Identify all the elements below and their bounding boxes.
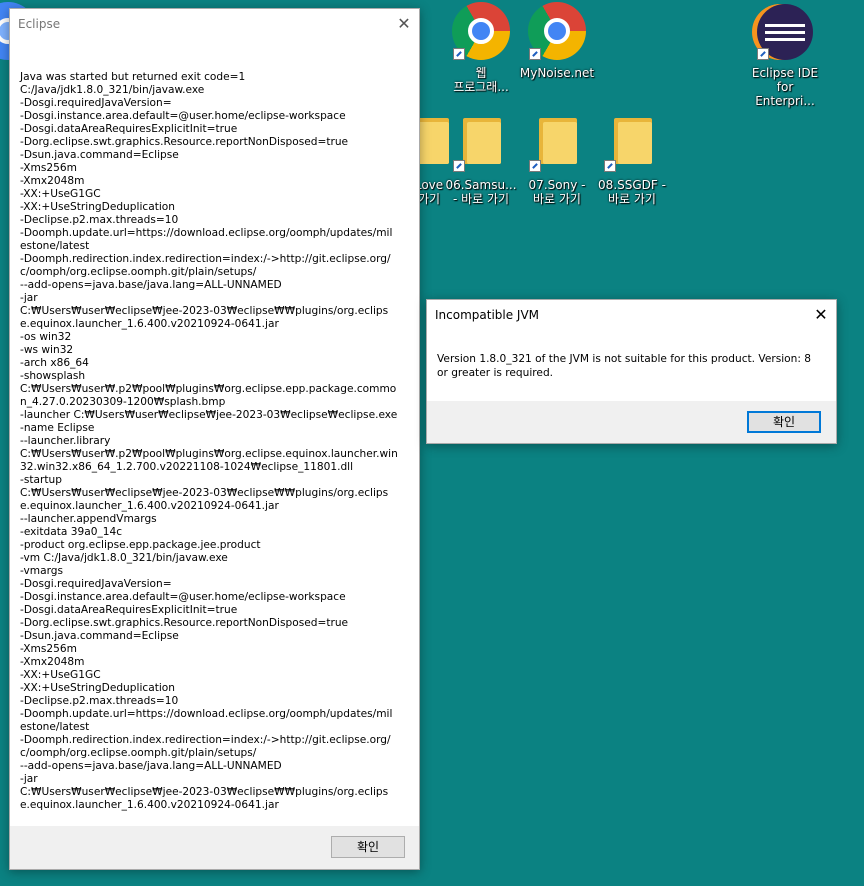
- message-line: -Dsun.java.command=Eclipse: [20, 630, 179, 642]
- message-line: -Doomph.redirection.index.redirection=in…: [20, 734, 391, 759]
- message-line: --add-opens=java.base/java.lang=ALL-UNNA…: [20, 760, 282, 772]
- message-line: -product org.eclipse.epp.package.jee.pro…: [20, 539, 261, 551]
- desktop-icon-label: 06.Samsu... - 바로 가기: [445, 178, 517, 206]
- message-line: -Declipse.p2.max.threads=10: [20, 214, 179, 226]
- folder-icon: [527, 114, 587, 174]
- dialog-footer: 확인: [427, 401, 836, 443]
- message-line: -Dosgi.requiredJavaVersion=: [20, 97, 172, 109]
- message-line: C:/Java/jdk1.8.0_321/bin/javaw.exe: [20, 84, 205, 96]
- message-line: -Dorg.eclipse.swt.graphics.Resource.repo…: [20, 136, 349, 148]
- desktop-icon-label: Eclipse IDE for Enterpri...: [751, 66, 819, 108]
- message-line: -XX:+UseG1GC: [20, 188, 101, 200]
- message-line: -Dsun.java.command=Eclipse: [20, 149, 179, 161]
- folder-icon: [451, 114, 511, 174]
- message-line: -Dorg.eclipse.swt.graphics.Resource.repo…: [20, 617, 349, 629]
- message-line: C:₩Users₩user₩eclipse₩jee-2023-03₩eclips…: [20, 305, 389, 330]
- message-line: -exitdata 39a0_14c: [20, 526, 123, 538]
- desktop-icon-label: 07.Sony - 바로 가기: [528, 178, 586, 206]
- message-line: -Xmx2048m: [20, 656, 85, 668]
- message-line: -startup: [20, 474, 62, 486]
- message-line: -vmargs: [20, 565, 64, 577]
- shortcut-arrow-icon: [529, 48, 541, 60]
- error-message: Java was started but returned exit code=…: [20, 71, 398, 812]
- message-line: -Xmx2048m: [20, 175, 85, 187]
- message-line: C:₩Users₩user₩.p2₩pool₩plugins₩org.eclip…: [20, 448, 398, 473]
- desktop-icon-samsung[interactable]: 06.Samsu... - 바로 가기: [443, 114, 519, 206]
- desktop-icon-label: 08.SSGDF - 바로 가기: [598, 178, 666, 206]
- shortcut-arrow-icon: [453, 160, 465, 172]
- chrome-icon: [527, 2, 587, 62]
- message-line: -ws win32: [20, 344, 74, 356]
- message-line: -Dosgi.dataAreaRequiresExplicitInit=true: [20, 604, 238, 616]
- dialog-title-bar[interactable]: Incompatible JVM ✕: [427, 300, 836, 330]
- chrome-icon: [451, 2, 511, 62]
- desktop-icon-ssgdf[interactable]: 08.SSGDF - 바로 가기: [594, 114, 670, 206]
- message-line: -Doomph.update.url=https://download.ecli…: [20, 708, 393, 733]
- message-line: -Xms256m: [20, 162, 77, 174]
- incompatible-jvm-dialog: Incompatible JVM ✕ Version 1.8.0_321 of …: [426, 299, 837, 444]
- desktop-icon-web-programming[interactable]: 웹 프로그래...: [443, 2, 519, 94]
- close-icon: ✕: [397, 14, 411, 33]
- desktop-icon-mynoise[interactable]: MyNoise.net: [519, 2, 595, 80]
- message-line: -os win32: [20, 331, 72, 343]
- message-line: --add-opens=java.base/java.lang=ALL-UNNA…: [20, 279, 282, 291]
- ok-button[interactable]: 확인: [747, 411, 821, 433]
- window-title-bar[interactable]: Eclipse ✕: [10, 9, 419, 39]
- message-line: -showsplash: [20, 370, 86, 382]
- dialog-footer: 확인: [10, 826, 419, 869]
- message-line: -Dosgi.requiredJavaVersion=: [20, 578, 172, 590]
- message-line: Java was started but returned exit code=…: [20, 71, 246, 83]
- message-line: -Dosgi.instance.area.default=@user.home/…: [20, 110, 346, 122]
- desktop-icon-sony[interactable]: 07.Sony - 바로 가기: [519, 114, 595, 206]
- shortcut-arrow-icon: [757, 48, 769, 60]
- message-line: -arch x86_64: [20, 357, 89, 369]
- window-title: Eclipse: [18, 17, 61, 31]
- message-line: C:₩Users₩user₩eclipse₩jee-2023-03₩eclips…: [20, 786, 389, 811]
- message-line: -Doomph.update.url=https://download.ecli…: [20, 227, 393, 252]
- message-line: -launcher C:₩Users₩user₩eclipse₩jee-2023…: [20, 409, 398, 421]
- close-button[interactable]: ✕: [806, 300, 836, 330]
- shortcut-arrow-icon: [604, 160, 616, 172]
- close-button[interactable]: ✕: [389, 9, 419, 39]
- dialog-title: Incompatible JVM: [435, 308, 540, 322]
- eclipse-error-window: Eclipse ✕ Java was started but returned …: [9, 8, 420, 870]
- message-line: -vm C:/Java/jdk1.8.0_321/bin/javaw.exe: [20, 552, 228, 564]
- message-line: -Dosgi.instance.area.default=@user.home/…: [20, 591, 346, 603]
- desktop-icon-label: 웹 프로그래...: [453, 66, 509, 94]
- eclipse-icon: [755, 2, 815, 62]
- shortcut-arrow-icon: [453, 48, 465, 60]
- message-line: -Declipse.p2.max.threads=10: [20, 695, 179, 707]
- message-line: -jar: [20, 773, 38, 785]
- close-icon: ✕: [814, 305, 828, 324]
- folder-icon: [602, 114, 662, 174]
- dialog-message: Version 1.8.0_321 of the JVM is not suit…: [437, 353, 812, 379]
- shortcut-arrow-icon: [529, 160, 541, 172]
- message-line: C:₩Users₩user₩eclipse₩jee-2023-03₩eclips…: [20, 487, 389, 512]
- message-line: --launcher.appendVmargs: [20, 513, 157, 525]
- message-line: -XX:+UseG1GC: [20, 669, 101, 681]
- message-line: -jar: [20, 292, 38, 304]
- message-line: -XX:+UseStringDeduplication: [20, 682, 175, 694]
- desktop-icon-eclipse-ide[interactable]: Eclipse IDE for Enterpri...: [747, 2, 823, 108]
- desktop-icon-label: MyNoise.net: [519, 66, 595, 80]
- message-line: -Doomph.redirection.index.redirection=in…: [20, 253, 391, 278]
- message-line: C:₩Users₩user₩.p2₩pool₩plugins₩org.eclip…: [20, 383, 397, 408]
- message-line: -name Eclipse: [20, 422, 95, 434]
- message-line: -Dosgi.dataAreaRequiresExplicitInit=true: [20, 123, 238, 135]
- ok-button[interactable]: 확인: [331, 836, 405, 858]
- message-line: -Xms256m: [20, 643, 77, 655]
- message-line: -XX:+UseStringDeduplication: [20, 201, 175, 213]
- message-line: --launcher.library: [20, 435, 111, 447]
